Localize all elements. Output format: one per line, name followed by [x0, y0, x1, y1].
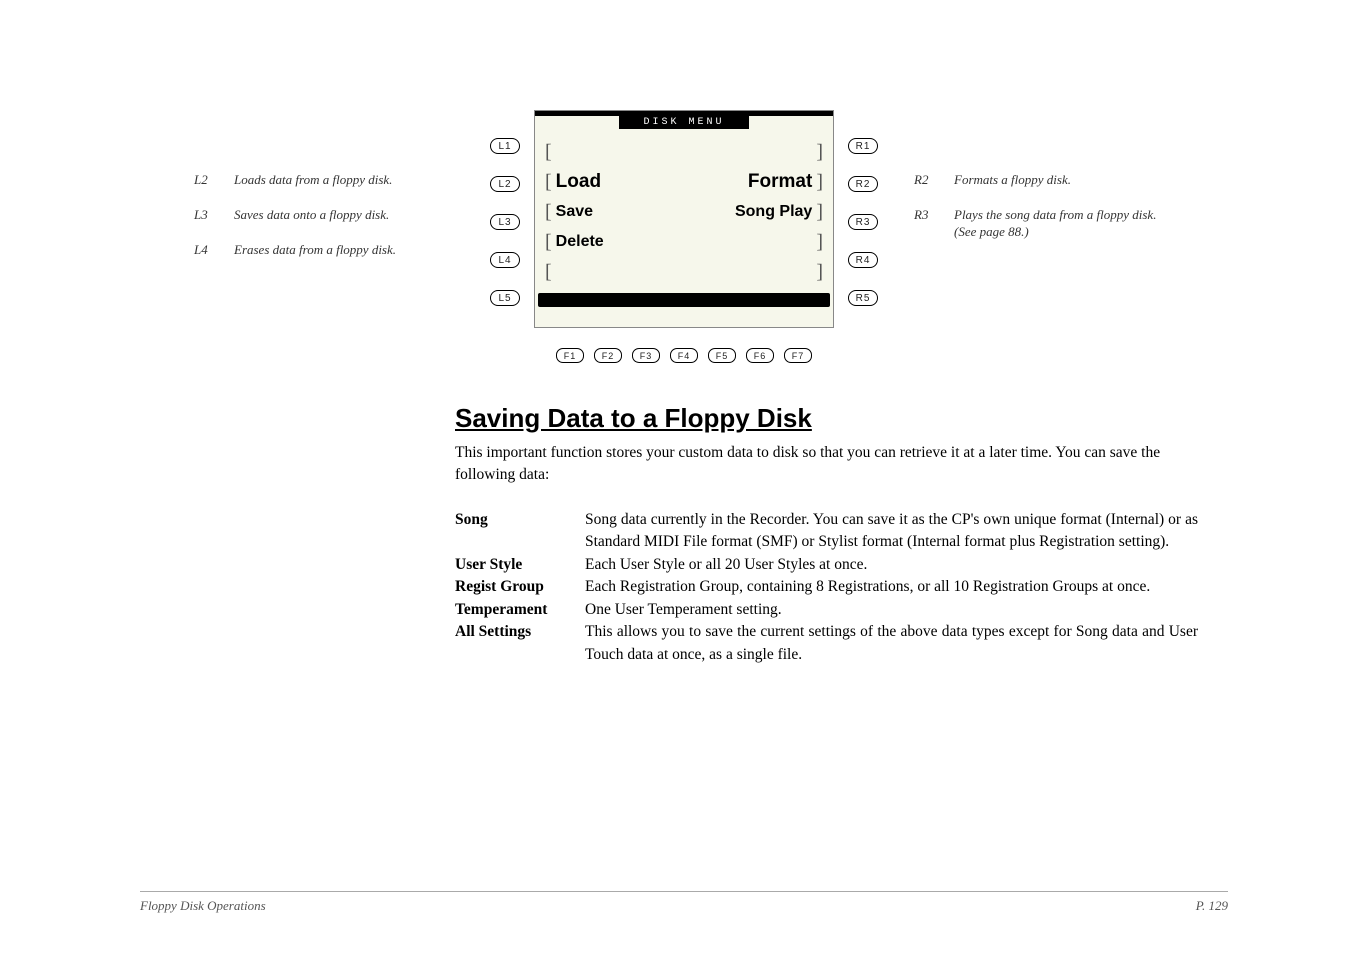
menu-item-format[interactable]: Format]	[748, 171, 829, 194]
annotation-text: Formats a floppy disk.	[954, 172, 1071, 189]
section-intro-paragraph: This important function stores your cust…	[455, 442, 1198, 487]
menu-label: Load	[556, 171, 601, 193]
annotation-key: L2	[194, 172, 234, 189]
hardware-button-R5[interactable]: R5	[848, 290, 878, 306]
hardware-button-F2[interactable]: F2	[594, 348, 622, 363]
hardware-button-R4[interactable]: R4	[848, 252, 878, 268]
menu-label: Song Play	[735, 203, 812, 221]
footer-section-name: Floppy Disk Operations	[140, 898, 266, 914]
screen-row: [Delete ]	[535, 227, 833, 257]
menu-item-left: [	[539, 261, 556, 284]
definition-row: Song Song data currently in the Recorder…	[455, 509, 1198, 554]
definition-term: All Settings	[455, 621, 585, 666]
right-annotation-column: R2 Formats a floppy disk. R3 Plays the s…	[894, 110, 1174, 259]
screen-title: DISK MENU	[619, 116, 749, 129]
annotation-text: Plays the song data from a floppy disk. …	[954, 207, 1174, 241]
hardware-button-F1[interactable]: F1	[556, 348, 584, 363]
definition-row: User Style Each User Style or all 20 Use…	[455, 554, 1198, 576]
screen-row: [ ]	[535, 137, 833, 167]
annotation-key: R2	[914, 172, 954, 189]
definition-row: Temperament One User Temperament setting…	[455, 599, 1198, 621]
hardware-button-L4[interactable]: L4	[490, 252, 520, 268]
main-content: Saving Data to a Floppy Disk This import…	[455, 403, 1198, 666]
annotation-text: Saves data onto a floppy disk.	[234, 207, 389, 224]
page-footer: Floppy Disk Operations P. 129	[140, 891, 1228, 914]
annotation-text: Erases data from a floppy disk.	[234, 242, 396, 259]
hardware-button-F5[interactable]: F5	[708, 348, 736, 363]
lcd-screen: DISK MENU [ ] [Load Format] [Save Song P…	[534, 110, 834, 328]
menu-item-right: ]	[812, 231, 829, 254]
hardware-button-F3[interactable]: F3	[632, 348, 660, 363]
hardware-button-L3[interactable]: L3	[490, 214, 520, 230]
hardware-button-F7[interactable]: F7	[784, 348, 812, 363]
screen-row: [ ]	[535, 257, 833, 287]
top-columns: L2 Loads data from a floppy disk. L3 Sav…	[140, 110, 1228, 363]
annotation-row: R2 Formats a floppy disk.	[914, 172, 1174, 189]
hardware-button-F6[interactable]: F6	[746, 348, 774, 363]
screen-row: [Save Song Play]	[535, 197, 833, 227]
menu-item-right: ]	[812, 261, 829, 284]
hardware-button-R1[interactable]: R1	[848, 138, 878, 154]
menu-label: Save	[556, 203, 593, 221]
annotation-key: L4	[194, 242, 234, 259]
hardware-button-L5[interactable]: L5	[490, 290, 520, 306]
menu-item-right: ]	[812, 141, 829, 164]
left-hardware-buttons: L1 L2 L3 L4 L5	[490, 138, 520, 306]
menu-item-left: [	[539, 141, 556, 164]
menu-label: Delete	[556, 233, 604, 251]
definition-row: Regist Group Each Registration Group, co…	[455, 576, 1198, 598]
definition-description: Each Registration Group, containing 8 Re…	[585, 576, 1150, 598]
screen-row: [Load Format]	[535, 167, 833, 197]
annotation-text: Loads data from a floppy disk.	[234, 172, 392, 189]
definition-term: Regist Group	[455, 576, 585, 598]
definition-description: Song data currently in the Recorder. You…	[585, 509, 1198, 554]
section-heading: Saving Data to a Floppy Disk	[455, 403, 1198, 434]
menu-label: Format	[748, 171, 812, 193]
right-hardware-buttons: R1 R2 R3 R4 R5	[848, 138, 878, 306]
annotation-row: L3 Saves data onto a floppy disk.	[194, 207, 474, 224]
hardware-button-R3[interactable]: R3	[848, 214, 878, 230]
definition-description: This allows you to save the current sett…	[585, 621, 1198, 666]
menu-item-save[interactable]: [Save	[539, 201, 593, 224]
definition-description: Each User Style or all 20 User Styles at…	[585, 554, 867, 576]
menu-item-load[interactable]: [Load	[539, 171, 601, 194]
definition-term: User Style	[455, 554, 585, 576]
annotation-row: L2 Loads data from a floppy disk.	[194, 172, 474, 189]
definition-list: Song Song data currently in the Recorder…	[455, 509, 1198, 666]
definition-term: Temperament	[455, 599, 585, 621]
hardware-button-F4[interactable]: F4	[670, 348, 698, 363]
menu-item-delete[interactable]: [Delete	[539, 231, 604, 254]
annotation-key: R3	[914, 207, 954, 241]
annotation-row: R3 Plays the song data from a floppy dis…	[914, 207, 1174, 241]
menu-item-song-play[interactable]: Song Play]	[735, 201, 829, 224]
definition-description: One User Temperament setting.	[585, 599, 782, 621]
device-panel: L1 L2 L3 L4 L5 R1 R2 R3 R4 R5 DISK MENU …	[474, 110, 894, 363]
hardware-button-L2[interactable]: L2	[490, 176, 520, 192]
hardware-button-R2[interactable]: R2	[848, 176, 878, 192]
bottom-hardware-buttons: F1 F2 F3 F4 F5 F6 F7	[474, 348, 894, 363]
definition-row: All Settings This allows you to save the…	[455, 621, 1198, 666]
definition-term: Song	[455, 509, 585, 554]
screen-bottom-bar	[538, 293, 830, 307]
footer-page-number: P. 129	[1196, 898, 1228, 914]
left-annotation-column: L2 Loads data from a floppy disk. L3 Sav…	[194, 110, 474, 277]
annotation-row: L4 Erases data from a floppy disk.	[194, 242, 474, 259]
hardware-button-L1[interactable]: L1	[490, 138, 520, 154]
annotation-key: L3	[194, 207, 234, 224]
